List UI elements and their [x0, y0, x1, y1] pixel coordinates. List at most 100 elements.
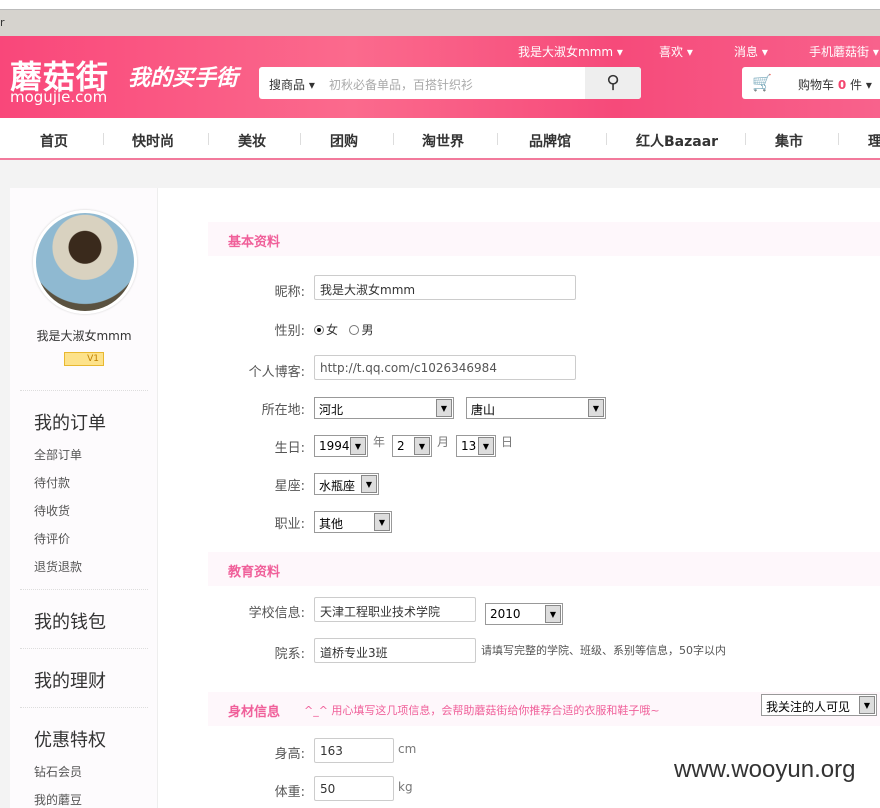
- sidebar-item-beans[interactable]: 我的蘑豆: [34, 791, 82, 808]
- zodiac-select[interactable]: 水瓶座 ▼: [314, 473, 379, 495]
- cart-icon: 🛒: [752, 73, 772, 92]
- sidebar-orders-title[interactable]: 我的订单: [34, 409, 106, 435]
- birth-month-select[interactable]: 2 ▼: [392, 435, 432, 457]
- nav-fast-fashion[interactable]: 快时尚: [132, 131, 174, 151]
- logo-domain: mogujie.com: [10, 88, 108, 106]
- birth-day-value: 13: [461, 439, 477, 453]
- cart-label: 购物车: [798, 78, 835, 92]
- search-category-select[interactable]: 搜商品 ▾: [269, 76, 315, 93]
- search-input[interactable]: 初秋必备单品，百搭针织衫: [329, 76, 473, 93]
- province-value: 河北: [319, 403, 344, 417]
- section-education: 教育资料: [208, 552, 880, 586]
- cart-button[interactable]: 🛒 购物车 0 件 ▾: [742, 67, 880, 99]
- nav-home[interactable]: 首页: [40, 131, 68, 151]
- school-year-value: 2010: [490, 607, 521, 621]
- section-education-title: 教育资料: [228, 565, 281, 580]
- nav-beauty[interactable]: 美妆: [238, 131, 266, 151]
- day-unit: 日: [501, 435, 514, 449]
- chevron-down-icon: ▼: [361, 475, 377, 493]
- dept-input[interactable]: 道桥专业3班: [314, 638, 476, 663]
- blog-label: 个人博客:: [248, 365, 305, 380]
- zodiac-value: 水瓶座: [319, 479, 356, 493]
- nav-brands[interactable]: 品牌馆: [529, 131, 571, 151]
- job-value: 其他: [319, 517, 344, 531]
- sidebar-item-pending-receipt[interactable]: 待收货: [34, 502, 70, 519]
- slogan: 我的买手街: [128, 66, 239, 91]
- sidebar-finance[interactable]: 我的理财: [34, 667, 106, 693]
- sidebar-item-returns[interactable]: 退货退款: [34, 558, 82, 575]
- sidebar-item-all-orders[interactable]: 全部订单: [34, 446, 82, 463]
- location-label: 所在地:: [261, 403, 305, 418]
- zodiac-label: 星座:: [274, 479, 305, 494]
- gender-female-radio[interactable]: [314, 325, 324, 335]
- birth-year-value: 1994: [319, 439, 350, 453]
- dept-label: 院系:: [274, 647, 305, 662]
- blog-input[interactable]: http://t.qq.com/c1026346984: [314, 355, 576, 380]
- section-basic: 基本资料: [208, 222, 880, 256]
- gender-male-radio[interactable]: [349, 325, 360, 335]
- birthday-label: 生日:: [274, 441, 305, 456]
- sidebar-item-pending-payment[interactable]: 待付款: [34, 474, 70, 491]
- chevron-down-icon: ▼: [374, 513, 390, 531]
- sidebar-item-pending-review[interactable]: 待评价: [34, 530, 70, 547]
- month-unit: 月: [437, 435, 450, 449]
- birth-month-value: 2: [397, 439, 405, 453]
- province-select[interactable]: 河北 ▼: [314, 397, 454, 419]
- search-bar: 搜商品 ▾ 初秋必备单品，百搭针织衫 ⚲: [259, 67, 641, 99]
- gender-female-label: 女: [326, 323, 339, 337]
- search-icon: ⚲: [606, 72, 620, 93]
- messages-menu[interactable]: 消息 ▾: [734, 43, 768, 60]
- city-select[interactable]: 唐山 ▼: [466, 397, 606, 419]
- browser-bar: r: [0, 10, 880, 36]
- nav-bazaar[interactable]: 红人Bazaar: [636, 131, 718, 151]
- weight-label: 体重:: [274, 785, 305, 800]
- height-input[interactable]: 163: [314, 738, 394, 763]
- nav-taoshijie[interactable]: 淘世界: [422, 131, 464, 151]
- nav-market[interactable]: 集市: [775, 131, 803, 151]
- gender-male-label: 男: [361, 323, 374, 337]
- user-menu[interactable]: 我是大淑女mmm ▾: [518, 43, 623, 60]
- visibility-select[interactable]: 我关注的人可见 ▼: [761, 694, 877, 716]
- browser-title: r: [0, 16, 5, 29]
- visibility-value: 我关注的人可见: [766, 700, 851, 714]
- sidebar-privileges-title[interactable]: 优惠特权: [34, 726, 106, 752]
- chevron-down-icon: ▼: [859, 696, 875, 714]
- nav-more[interactable]: 理: [868, 131, 880, 151]
- watermark: www.wooyun.org: [674, 756, 856, 783]
- sidebar-username: 我是大淑女mmm: [36, 329, 132, 343]
- sidebar-wallet[interactable]: 我的钱包: [34, 608, 106, 634]
- school-year-select[interactable]: 2010 ▼: [485, 603, 563, 625]
- avatar[interactable]: [33, 210, 137, 314]
- weight-input[interactable]: 50: [314, 776, 394, 801]
- cart-count: 0: [837, 78, 847, 92]
- height-label: 身高:: [274, 747, 305, 762]
- height-unit: cm: [398, 742, 417, 756]
- school-input[interactable]: 天津工程职业技术学院: [314, 597, 476, 622]
- year-unit: 年: [373, 435, 386, 449]
- birth-day-select[interactable]: 13 ▼: [456, 435, 496, 457]
- search-button[interactable]: ⚲: [585, 67, 641, 99]
- chevron-down-icon: ▼: [478, 437, 494, 455]
- nav-group-buy[interactable]: 团购: [330, 131, 358, 151]
- nickname-label: 昵称:: [274, 285, 305, 300]
- sidebar-item-diamond[interactable]: 钻石会员: [34, 763, 82, 780]
- chevron-down-icon: ▼: [545, 605, 561, 623]
- section-body-hint: ^_^ 用心填写这几项信息，会帮助蘑菇街给你推荐合适的衣服和鞋子哦~: [304, 704, 660, 717]
- chevron-down-icon: ▼: [436, 399, 452, 417]
- section-basic-title: 基本资料: [228, 235, 281, 250]
- gender-label: 性别:: [274, 324, 305, 339]
- cart-unit: 件 ▾: [850, 78, 872, 92]
- browser-top: [0, 0, 880, 10]
- chevron-down-icon: ▼: [414, 437, 430, 455]
- job-select[interactable]: 其他 ▼: [314, 511, 392, 533]
- job-label: 职业:: [274, 517, 305, 532]
- birth-year-select[interactable]: 1994 ▼: [314, 435, 368, 457]
- likes-menu[interactable]: 喜欢 ▾: [659, 43, 693, 60]
- section-body-title: 身材信息: [228, 705, 281, 720]
- weight-unit: kg: [398, 780, 413, 794]
- nickname-input[interactable]: 我是大淑女mmm: [314, 275, 576, 300]
- main-nav: 首页 快时尚 美妆 团购 淘世界 品牌馆 红人Bazaar 集市 理: [0, 118, 880, 160]
- mobile-menu[interactable]: 手机蘑菇街 ▾: [809, 43, 879, 60]
- dept-hint: 请填写完整的学院、班级、系别等信息，50字以内: [481, 644, 726, 657]
- city-value: 唐山: [471, 403, 496, 417]
